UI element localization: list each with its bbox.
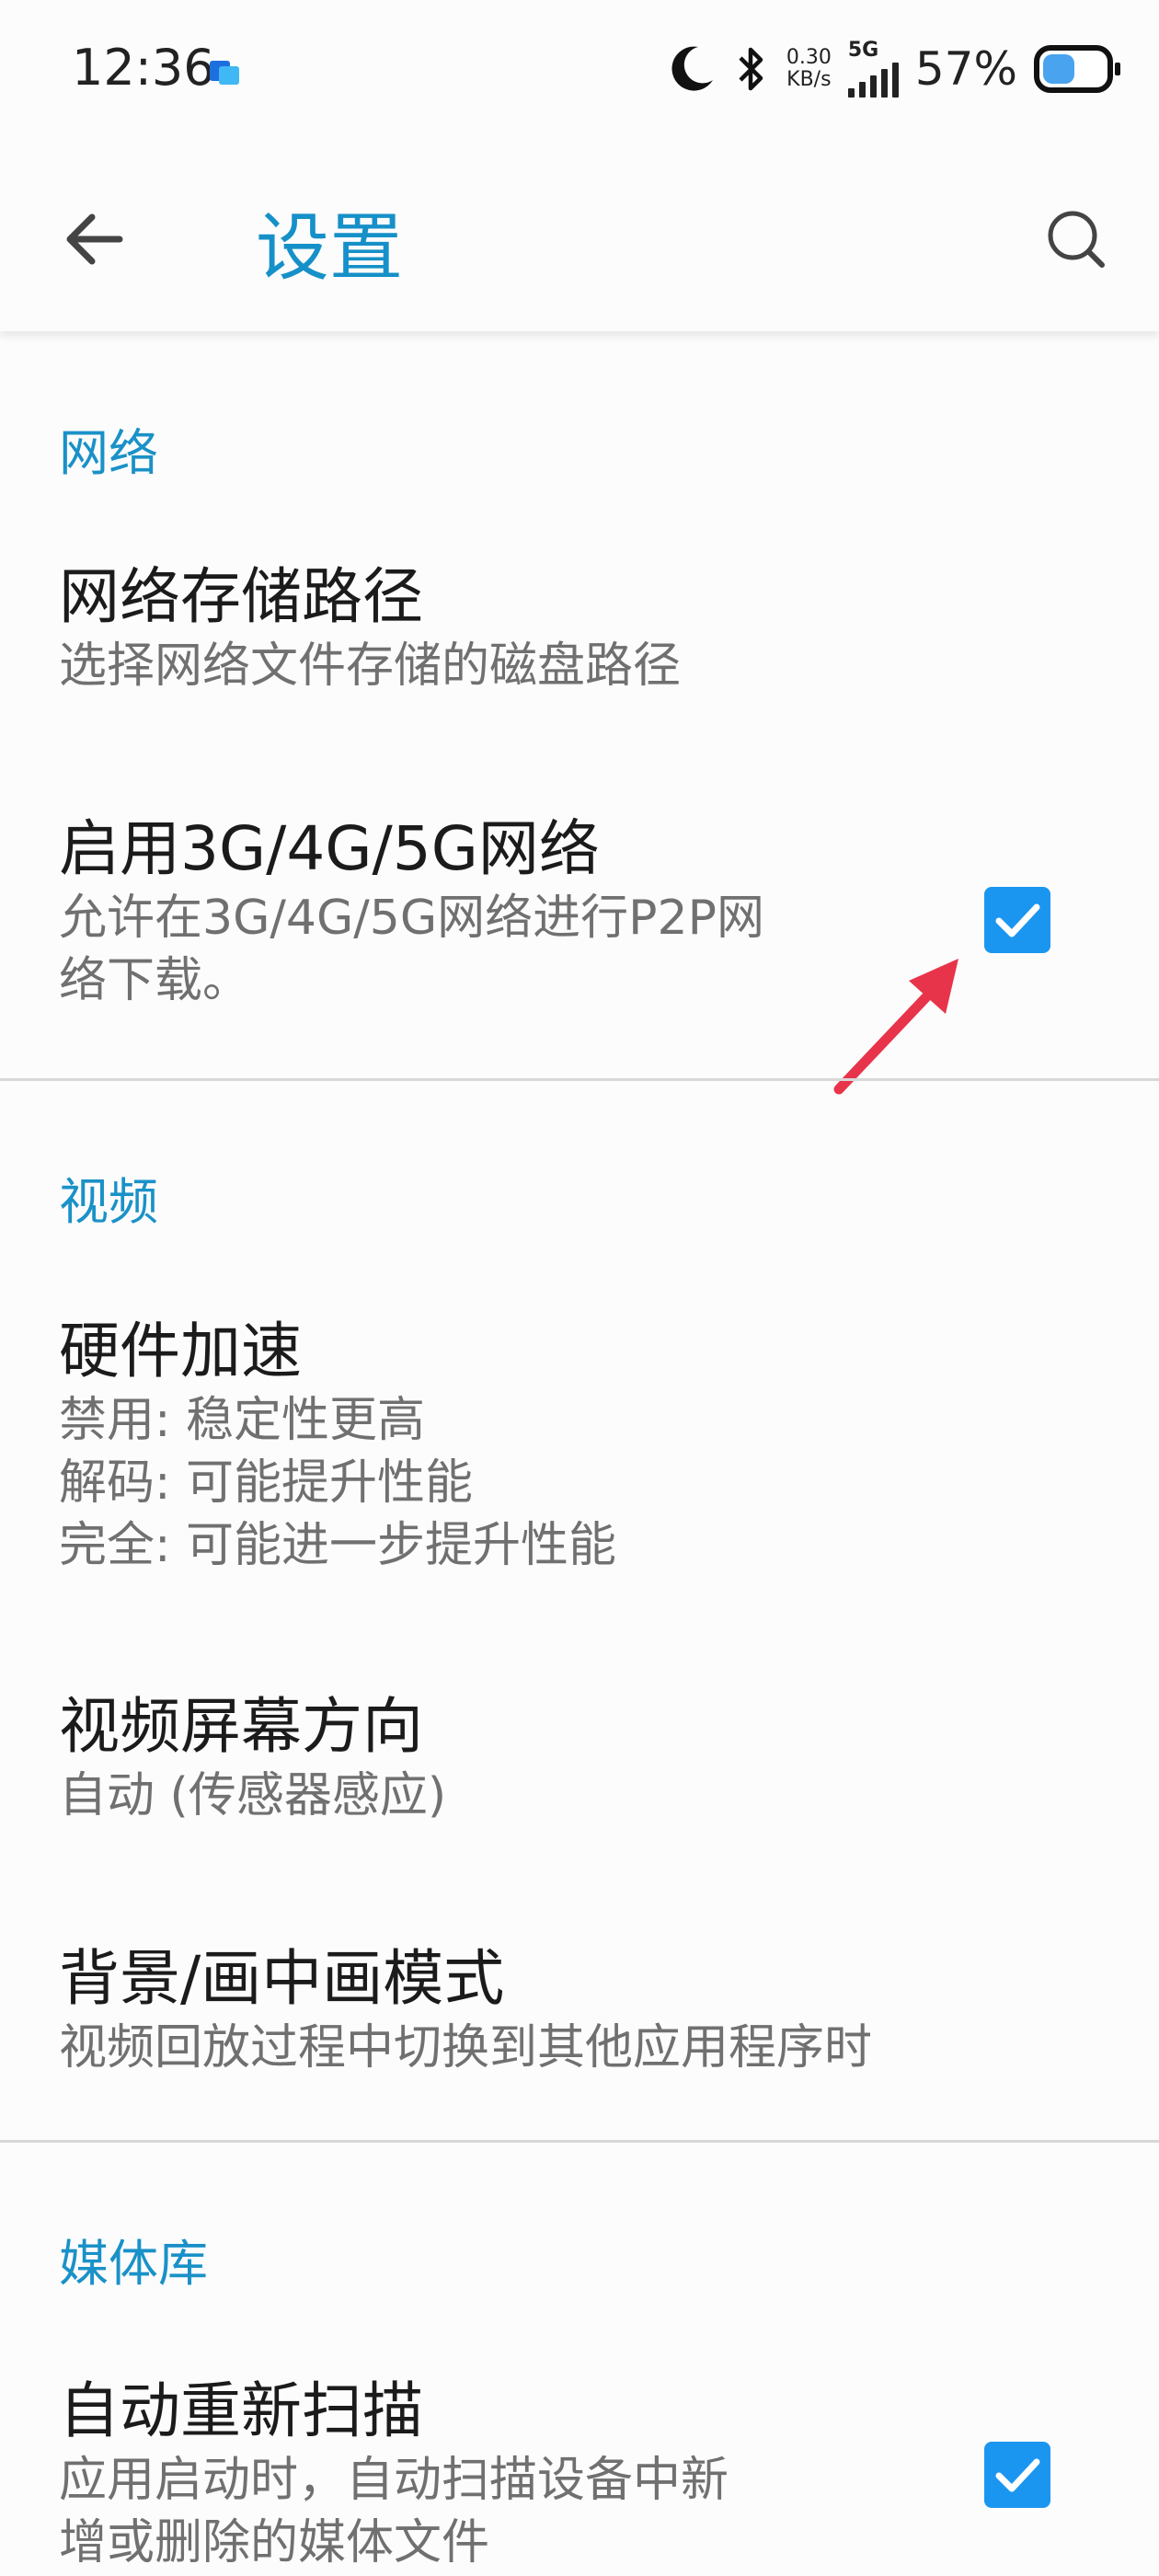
network-type: 5G [847, 39, 879, 62]
divider [0, 2140, 1159, 2143]
section-header-video: 视频 [59, 1173, 158, 1231]
pref-title: 自动重新扫描 [59, 2375, 423, 2446]
battery-level [1043, 54, 1075, 84]
section-header-media-library: 媒体库 [59, 2235, 208, 2293]
pref-summary: 允许在3G/4G/5G网络进行P2P网 络下载。 [59, 891, 764, 1008]
status-bar: 12:36 0.30 KB/s 5G 57% [0, 0, 1159, 138]
pref-background-pip-mode[interactable]: 背景/画中画模式 视频回放过程中切换到其他应用程序时 [59, 1941, 1071, 2079]
mobile-network-checkbox[interactable] [984, 887, 1050, 953]
arrow-left-icon[interactable] [61, 202, 134, 276]
pref-summary: 视频回放过程中切换到其他应用程序时 [59, 2020, 873, 2076]
pref-title: 启用3G/4G/5G网络 [59, 813, 600, 884]
app-bar: 设置 [0, 138, 1159, 331]
signal-group: 5G [847, 39, 899, 98]
speed-value: 0.30 [786, 46, 832, 69]
pref-video-orientation[interactable]: 视频屏幕方向 自动 (传感器感应) [59, 1689, 1071, 1827]
section-header-network: 网络 [59, 424, 158, 482]
pref-summary: 自动 (传感器感应) [59, 1768, 447, 1823]
moon-icon [671, 46, 713, 91]
bluetooth-icon [739, 47, 763, 91]
pref-hardware-acceleration[interactable]: 硬件加速 禁用: 稳定性更高 解码: 可能提升性能 完全: 可能进一步提升性能 [59, 1314, 1071, 1577]
status-time: 12:36 [72, 39, 215, 97]
page-title: 设置 [256, 205, 403, 291]
pref-title: 背景/画中画模式 [59, 1943, 505, 2014]
pref-title: 硬件加速 [59, 1316, 302, 1386]
signal-icon [847, 61, 899, 98]
app-notification-icon [210, 61, 239, 85]
battery-percentage: 57% [914, 42, 1017, 96]
search-icon[interactable] [1039, 202, 1113, 276]
pref-auto-rescan[interactable]: 自动重新扫描 应用启动时，自动扫描设备中新 增或删除的媒体文件 [59, 2374, 887, 2574]
pref-title: 网络存储路径 [59, 561, 423, 632]
battery-icon [1034, 45, 1120, 93]
pref-summary: 选择网络文件存储的磁盘路径 [59, 638, 682, 694]
status-icons: 0.30 KB/s 5G 57% [671, 37, 1120, 101]
pref-enable-mobile-network[interactable]: 启用3G/4G/5G网络 允许在3G/4G/5G网络进行P2P网 络下载。 [59, 811, 887, 1012]
pref-summary: 应用启动时，自动扫描设备中新 增或删除的媒体文件 [59, 2453, 729, 2570]
pref-summary: 禁用: 稳定性更高 解码: 可能提升性能 完全: 可能进一步提升性能 [59, 1393, 617, 1573]
network-speed: 0.30 KB/s [786, 47, 832, 91]
auto-rescan-checkbox[interactable] [984, 2442, 1050, 2508]
speed-unit: KB/s [786, 68, 832, 91]
pref-title: 视频屏幕方向 [59, 1691, 423, 1762]
pref-network-storage-path[interactable]: 网络存储路径 选择网络文件存储的磁盘路径 [59, 559, 1071, 697]
divider [0, 1078, 1159, 1081]
